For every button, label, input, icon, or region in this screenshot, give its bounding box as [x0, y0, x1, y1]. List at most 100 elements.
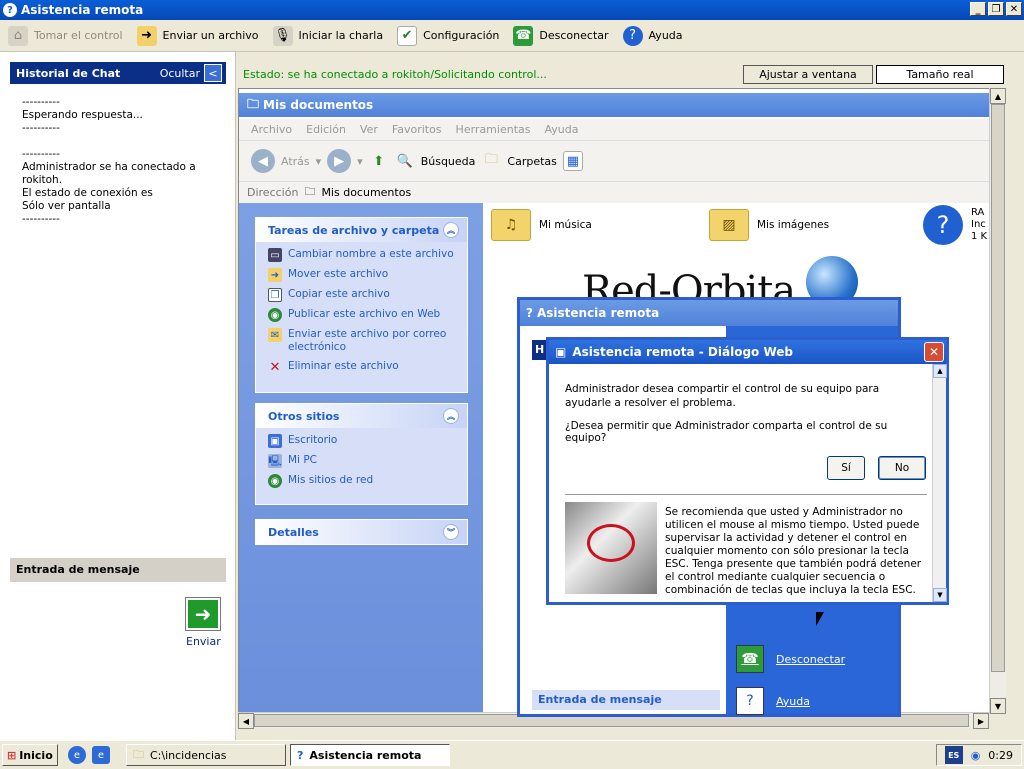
no-button[interactable]: No	[878, 456, 926, 480]
start-label: Inicio	[19, 748, 53, 762]
partial-file-text: RA Inc 1 K	[971, 207, 987, 243]
other-places-header[interactable]: Otros sitios ︽	[256, 404, 467, 428]
take-control-button[interactable]: ⌂ Tomar el control	[8, 25, 123, 46]
collapse-icon[interactable]: ︽	[443, 222, 459, 238]
file-my-music[interactable]: ♫ Mi música	[491, 209, 592, 241]
computer-icon: 🖳	[268, 454, 282, 468]
scroll-left-arrow-icon[interactable]: ◀	[238, 713, 254, 729]
menu-archivo[interactable]: Archivo	[251, 123, 292, 136]
restore-button[interactable]: ❐	[988, 2, 1004, 16]
folders-label[interactable]: Carpetas	[507, 155, 556, 168]
up-folder-icon[interactable]: ⬆	[369, 151, 389, 171]
task-move-label: Mover este archivo	[288, 268, 389, 280]
window-title: Asistencia remota	[21, 3, 144, 17]
scroll-down-arrow-icon[interactable]: ▼	[990, 698, 1006, 714]
scroll-up-arrow-icon[interactable]: ▲	[990, 88, 1006, 104]
address-value[interactable]: Mis documentos	[321, 186, 411, 199]
taskbar-item-remote-assistance[interactable]: ? Asistencia remota	[290, 744, 450, 766]
back-help-button[interactable]: ? Ayuda	[736, 684, 886, 718]
yes-button[interactable]: Sí	[827, 456, 865, 480]
back-window-titlebar: ? Asistencia remota	[520, 300, 898, 326]
internet-explorer-icon[interactable]: e	[92, 746, 110, 764]
task-rename[interactable]: ▭ Cambiar nombre a este archivo	[268, 248, 459, 262]
disconnect-button[interactable]: ☎ Desconectar	[513, 25, 609, 46]
language-indicator[interactable]: ES	[944, 746, 963, 764]
take-control-label: Tomar el control	[34, 29, 123, 42]
send-file-button[interactable]: ➜ Enviar un archivo	[136, 25, 259, 46]
clock[interactable]: 0:29	[988, 749, 1013, 762]
internet-explorer-icon[interactable]: e	[68, 746, 86, 764]
send-file-icon: ➜	[136, 25, 157, 46]
taskbar-item-incidencias[interactable]: 🗀 C:\incidencias	[126, 744, 286, 766]
close-button[interactable]: ✕	[1006, 2, 1022, 16]
taskbar-item-incidencias-label: C:\incidencias	[150, 748, 227, 762]
place-network[interactable]: ◉ Mis sitios de red	[268, 474, 459, 488]
help-file-icon: ?	[923, 205, 963, 245]
dialog-separator	[565, 494, 927, 495]
task-delete[interactable]: ✕ Eliminar este archivo	[268, 360, 459, 374]
menu-edicion[interactable]: Edición	[306, 123, 346, 136]
app-titlebar[interactable]: ? Asistencia remota _ ❐ ✕	[0, 0, 1024, 20]
task-publish[interactable]: ◉ Publicar este archivo en Web	[268, 308, 459, 322]
microphone-icon: 🎙	[272, 25, 293, 46]
task-delete-label: Eliminar este archivo	[288, 360, 399, 372]
task-move[interactable]: ➜ Mover este archivo	[268, 268, 459, 282]
menu-ayuda[interactable]: Ayuda	[544, 123, 578, 136]
task-copy[interactable]: ❐ Copiar este archivo	[268, 288, 459, 302]
remote-assistance-icon: ?	[526, 306, 533, 320]
expand-icon[interactable]: ︾	[443, 524, 459, 540]
remote-assistance-icon: ?	[297, 748, 304, 762]
file-my-pictures[interactable]: ▨ Mis imágenes	[709, 209, 829, 241]
rename-icon: ▭	[268, 248, 282, 262]
details-header[interactable]: Detalles ︾	[256, 520, 467, 544]
send-label[interactable]: Enviar	[186, 635, 221, 648]
scroll-up-arrow-icon[interactable]: ▲	[933, 364, 947, 378]
dialog-question: ¿Desea permitir que Administrador compar…	[565, 420, 888, 444]
hide-chat-button[interactable]: Ocultar <	[160, 64, 222, 82]
arrow-right-icon: ➜	[194, 602, 212, 626]
take-control-icon: ⌂	[8, 25, 28, 46]
menu-ver[interactable]: Ver	[360, 123, 378, 136]
system-tray: ES ◉ 0:29	[935, 744, 1022, 766]
menu-favoritos[interactable]: Favoritos	[392, 123, 442, 136]
remote-explorer-title: Mis documentos	[263, 98, 374, 112]
vertical-scroll-thumb[interactable]	[991, 104, 1005, 672]
fit-window-button[interactable]: Ajustar a ventana	[743, 65, 873, 84]
file-partial[interactable]: ? RA Inc 1 K	[923, 205, 987, 245]
file-tasks-title: Tareas de archivo y carpeta	[268, 223, 440, 237]
connection-status: Estado: se ha conectado a rokitoh/Solici…	[243, 68, 547, 81]
start-talk-button[interactable]: 🎙 Iniciar la charla	[272, 25, 383, 46]
minimize-button[interactable]: _	[970, 2, 986, 16]
dialog-close-button[interactable]: ✕	[924, 342, 944, 362]
back-arrow-icon[interactable]: ◀	[251, 149, 275, 173]
chevron-left-icon: <	[204, 64, 222, 82]
remote-menu-bar: Archivo Edición Ver Favoritos Herramient…	[239, 119, 1003, 141]
delete-x-icon: ✕	[269, 359, 281, 375]
place-my-pc[interactable]: 🖳 Mi PC	[268, 454, 459, 468]
remote-vertical-scrollbar[interactable]: ▲ ▼	[989, 88, 1006, 714]
help-button[interactable]: ? Ayuda	[622, 25, 683, 46]
collapse-icon[interactable]: ︽	[443, 408, 459, 424]
real-size-button[interactable]: Tamaño real	[876, 65, 1004, 84]
back-disconnect-button[interactable]: ☎ Desconectar	[736, 642, 886, 676]
scroll-right-arrow-icon[interactable]: ▶	[973, 713, 989, 729]
pictures-folder-icon: ▨	[709, 209, 749, 241]
start-button[interactable]: ⊞ Inicio	[2, 744, 58, 766]
network-tray-icon[interactable]: ◉	[971, 749, 981, 762]
dialog-scrollbar[interactable]: ▲ ▼	[932, 364, 947, 602]
mouse-cursor-icon	[816, 612, 824, 626]
forward-arrow-icon[interactable]: ▶	[327, 149, 352, 173]
disconnect-phone-icon: ☎	[513, 25, 534, 46]
task-email[interactable]: ✉ Enviar este archivo por correo electrón…	[268, 328, 459, 354]
file-tasks-header[interactable]: Tareas de archivo y carpeta ︽	[256, 218, 467, 242]
taskbar: ⊞ Inicio e e 🗀 C:\incidencias ? Asistenc…	[0, 740, 1024, 769]
settings-button[interactable]: ✔ Configuración	[397, 25, 499, 46]
search-label[interactable]: Búsqueda	[421, 155, 476, 168]
quick-launch: e e	[68, 746, 110, 764]
place-desktop[interactable]: ▣ Escritorio	[268, 434, 459, 448]
back-label[interactable]: Atrás	[281, 155, 310, 168]
scroll-down-arrow-icon[interactable]: ▼	[933, 588, 947, 602]
send-button[interactable]: ➜	[186, 598, 220, 630]
views-icon[interactable]: ▦	[562, 151, 583, 171]
menu-herramientas[interactable]: Herramientas	[456, 123, 531, 136]
